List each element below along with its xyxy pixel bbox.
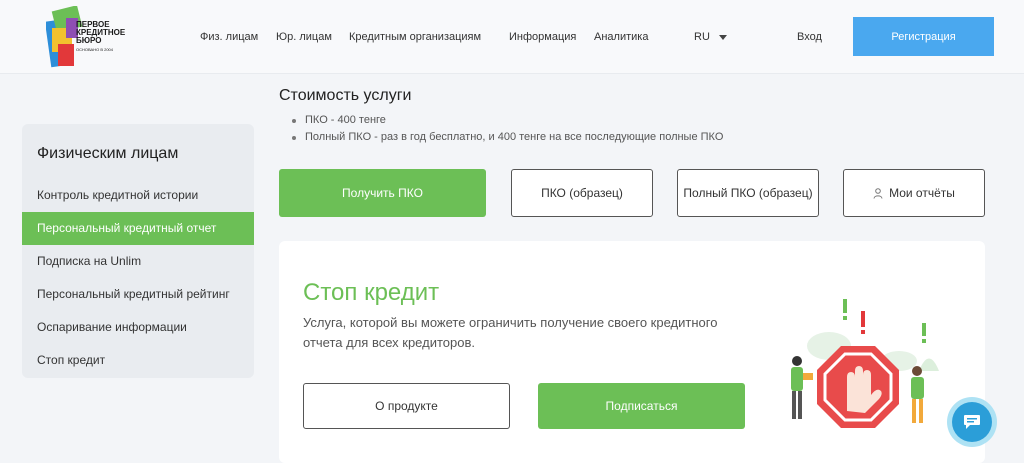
logo-text: ПЕРВОЕ КРЕДИТНОЕ БЮРО [76,21,136,45]
language-label: RU [694,31,710,43]
about-product-button[interactable]: О продукте [303,383,510,429]
price-item: ПКО - 400 тенге [292,112,723,129]
pko-sample-button[interactable]: ПКО (образец) [511,169,653,217]
chat-widget-button[interactable] [947,397,997,447]
sidebar-item-unlim-subscription[interactable]: Подписка на Unlim [22,245,254,278]
nav-credit-organizations[interactable]: Кредитным организациям [349,31,481,43]
sidebar-item-credit-history-control[interactable]: Контроль кредитной истории [22,179,254,212]
stop-sign-illustration [791,299,939,428]
user-icon [873,187,883,199]
section-title: Стоимость услуги [279,87,412,104]
sidebar-item-dispute-information[interactable]: Оспаривание информации [22,311,254,344]
nav-legal-entities[interactable]: Юр. лицам [276,31,332,43]
chevron-down-icon [718,34,727,40]
sidebar-item-personal-credit-report[interactable]: Персональный кредитный отчет [22,212,254,245]
nav-individuals[interactable]: Физ. лицам [200,31,258,43]
card-title: Стоп кредит [303,279,440,306]
nav-analytics[interactable]: Аналитика [594,31,648,43]
chat-widget-inner [952,402,992,442]
logo-line-3: БЮРО [76,36,102,45]
price-item: Полный ПКО - раз в год бесплатно, и 400 … [292,129,723,146]
stop-credit-card: Стоп кредит Услуга, которой вы можете ог… [279,241,985,463]
brand-logo[interactable]: ПЕРВОЕ КРЕДИТНОЕ БЮРО ОСНОВАНО В 2004 [46,6,132,70]
login-link[interactable]: Вход [797,31,822,43]
top-header: ПЕРВОЕ КРЕДИТНОЕ БЮРО ОСНОВАНО В 2004 Фи… [0,0,1024,74]
sidebar-item-credit-rating[interactable]: Персональный кредитный рейтинг [22,278,254,311]
card-description: Услуга, которой вы можете ограничить пол… [303,315,718,350]
get-pko-button[interactable]: Получить ПКО [279,169,486,217]
full-pko-sample-button[interactable]: Полный ПКО (образец) [677,169,819,217]
sidebar-item-stop-credit[interactable]: Стоп кредит [22,344,254,377]
subscribe-button[interactable]: Подписаться [538,383,745,429]
sidebar: Физическим лицам Контроль кредитной исто… [22,124,254,378]
chat-bubble-icon [964,415,980,429]
register-button[interactable]: Регистрация [853,17,994,56]
sidebar-title: Физическим лицам [37,145,179,162]
price-list: ПКО - 400 тенге Полный ПКО - раз в год б… [292,112,723,146]
logo-subtitle: ОСНОВАНО В 2004 [76,47,113,52]
language-selector[interactable]: RU [694,31,727,43]
my-reports-button[interactable]: Мои отчёты [843,169,985,217]
my-reports-label: Мои отчёты [889,186,955,200]
nav-information[interactable]: Информация [509,31,576,43]
